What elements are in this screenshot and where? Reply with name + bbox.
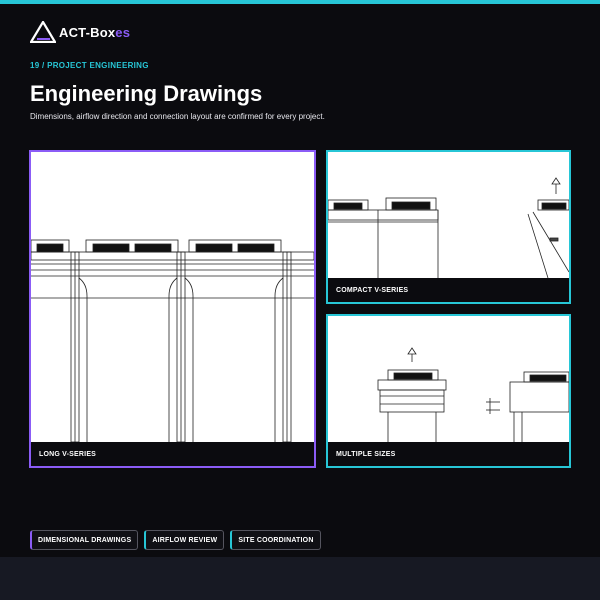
- brand-name: ACT-Boxes: [59, 24, 131, 40]
- top-accent-bar: [0, 0, 600, 4]
- compact-v-series-drawing: [328, 177, 569, 278]
- long-v-series-drawing: [31, 239, 314, 442]
- tag-dimensional-drawings[interactable]: DIMENSIONAL DRAWINGS: [30, 530, 139, 550]
- drawing-card-compact-v-series[interactable]: COMPACT V-SERIES: [326, 150, 571, 304]
- section-eyebrow: 19 / PROJECT ENGINEERING: [30, 61, 149, 70]
- drawing-card-multiple-sizes[interactable]: MULTIPLE SIZES: [326, 314, 571, 468]
- page-subtitle: Dimensions, airflow direction and connec…: [30, 112, 325, 121]
- page-title: Engineering Drawings: [30, 81, 263, 106]
- feature-tags: DIMENSIONAL DRAWINGS AIRFLOW REVIEW SITE…: [30, 530, 321, 550]
- tag-site-coordination[interactable]: SITE COORDINATION: [230, 530, 321, 550]
- triangle-logo-icon: [30, 21, 56, 43]
- footer-bar: [0, 557, 600, 600]
- card-caption: LONG V-SERIES: [31, 442, 314, 466]
- multiple-sizes-drawing: [377, 347, 569, 442]
- drawing-card-long-v-series[interactable]: LONG V-SERIES: [29, 150, 316, 468]
- brand-logo[interactable]: ACT-Boxes: [30, 20, 130, 44]
- card-caption: MULTIPLE SIZES: [328, 442, 569, 466]
- card-caption: COMPACT V-SERIES: [328, 278, 569, 302]
- tag-airflow-review[interactable]: AIRFLOW REVIEW: [144, 530, 225, 550]
